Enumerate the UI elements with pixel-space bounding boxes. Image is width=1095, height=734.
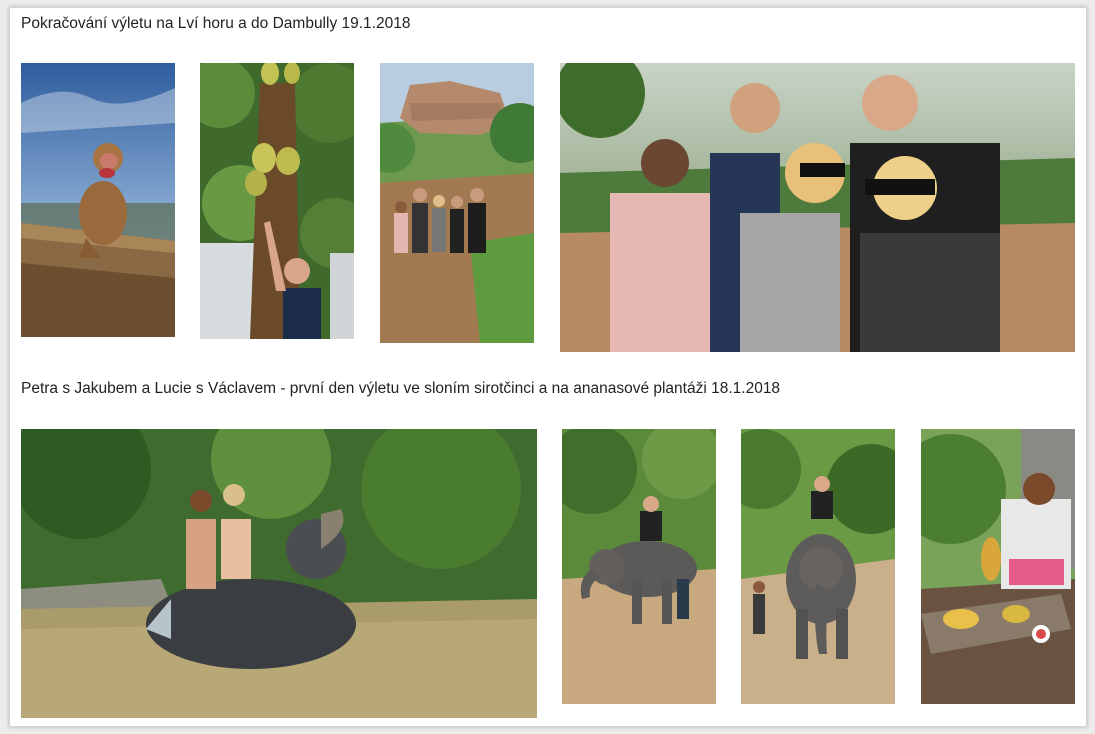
elephant-bath-photo[interactable]: [21, 429, 537, 718]
group-selfie-photo[interactable]: [560, 63, 1075, 352]
elephant-walk-photo[interactable]: [741, 429, 895, 704]
jackfruit-tree-photo[interactable]: [200, 63, 354, 339]
monkey-photo[interactable]: [21, 63, 175, 337]
section-caption-elephants: Petra s Jakubem a Lucie s Václavem - prv…: [21, 380, 781, 397]
gallery-panel: Pokračování výletu na Lví horu a do Damb…: [9, 7, 1087, 727]
lion-rock-group-photo[interactable]: [380, 63, 534, 343]
pineapple-stall-photo[interactable]: [921, 429, 1075, 704]
section-caption-dambulla: Pokračování výletu na Lví horu a do Damb…: [21, 15, 411, 32]
elephant-ride-photo[interactable]: [562, 429, 716, 704]
